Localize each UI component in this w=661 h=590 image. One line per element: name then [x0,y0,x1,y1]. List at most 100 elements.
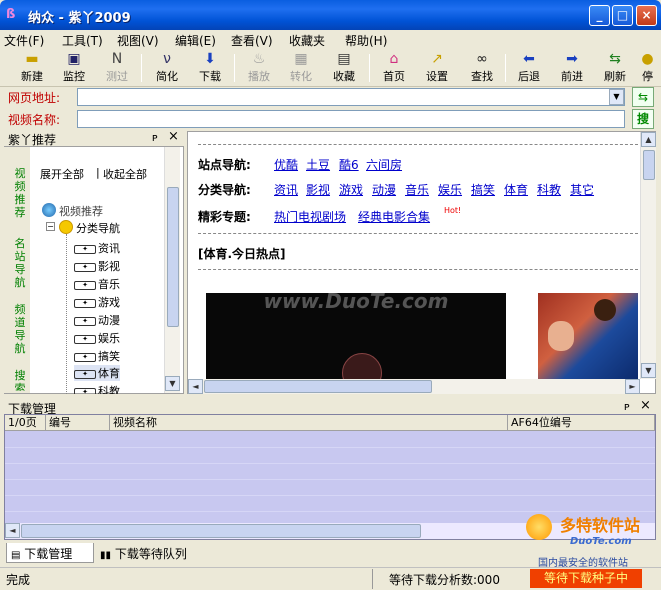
download-scroll-thumb[interactable] [21,524,421,538]
simplify-button[interactable]: ν 简化 [145,51,189,85]
stop-icon: ● [641,51,654,67]
favorite-button[interactable]: ▤ 收藏 [322,51,366,85]
refresh-button[interactable]: ⇆ 刷新 [593,51,637,85]
col-number[interactable]: 编号 [46,415,110,431]
link-cat-film[interactable]: 影视 [306,181,330,198]
vtab-channel-nav[interactable]: 频道导航 [13,303,27,355]
menu-help[interactable]: 帮助(H) [345,32,387,49]
sidebar-scroll-thumb[interactable] [167,187,179,327]
monitor-button[interactable]: ▣ 监控 [52,51,96,85]
address-input[interactable] [77,88,625,106]
tree-item-sports[interactable]: ✦ 体育 [74,365,120,381]
link-youku[interactable]: 优酷 [274,156,298,173]
search-button[interactable]: 搜 [632,109,654,129]
col-af64[interactable]: AF64位编号 [508,415,655,431]
link-cat-games[interactable]: 游戏 [339,181,363,198]
convert-button[interactable]: ▦ 转化 [279,51,323,85]
video-thumbnail-side[interactable] [538,293,638,379]
collapse-toggle-icon[interactable]: − [46,222,55,231]
link-6room[interactable]: 六间房 [366,156,402,173]
tree-group[interactable]: 分类导航 [76,220,120,236]
menu-file[interactable]: 文件(F) [4,32,44,49]
expand-all-link[interactable]: 展开全部 [40,166,84,182]
tree-item-funny[interactable]: ✦ 搞笑 [74,348,120,364]
link-cat-funny[interactable]: 搞笑 [471,181,495,198]
back-button[interactable]: ⬅ 后退 [507,51,551,85]
stop-button[interactable]: ● 停 [634,51,661,85]
menu-favorites[interactable]: 收藏夹 [289,32,325,49]
tree-item-news[interactable]: ✦ 资讯 [74,240,120,256]
settings-button[interactable]: ↗ 设置 [415,51,459,85]
link-cat-other[interactable]: 其它 [570,181,594,198]
link-cat-science[interactable]: 科教 [537,181,561,198]
tree-item-ent[interactable]: ✦ 娱乐 [74,330,120,346]
play-button[interactable]: ♨ 播放 [237,51,281,85]
sidebar-scrollbar[interactable]: ▼ [164,147,180,393]
minimize-button[interactable]: _ [589,5,610,26]
pin-icon[interactable]: ᴘ [152,131,158,144]
collapse-all-link[interactable]: 收起全部 [103,166,147,182]
link-classic-movies[interactable]: 经典电影合集 [358,208,430,225]
go-button[interactable]: ⇆ [632,87,654,107]
tab-download-manager[interactable]: ▤ 下载管理 [6,543,94,563]
tree-root[interactable]: 视频推荐 [59,203,103,219]
link-tudou[interactable]: 土豆 [306,156,330,173]
sidebar-close-button[interactable]: × [168,129,179,144]
tree-item-film[interactable]: ✦ 影视 [74,258,120,274]
scroll-down-button[interactable]: ▼ [641,363,656,378]
find-button[interactable]: ∞ 查找 [460,51,504,85]
videoname-input[interactable] [77,110,625,128]
link-cat-sports[interactable]: 体育 [504,181,528,198]
forward-arrow-icon: ➡ [566,51,578,67]
tree-item-games[interactable]: ✦ 游戏 [74,294,120,310]
menu-look[interactable]: 查看(V) [231,32,273,49]
download-button[interactable]: ⬇ 下载 [188,51,232,85]
menu-edit[interactable]: 编辑(E) [175,32,216,49]
menu-tools[interactable]: 工具(T) [62,32,103,49]
address-dropdown-button[interactable]: ▼ [609,89,624,105]
home-button[interactable]: ⌂ 首页 [372,51,416,85]
folder-new-icon: ▬ [25,51,39,67]
divider [198,144,638,145]
scroll-down-button[interactable]: ▼ [165,376,180,391]
link-cat-music[interactable]: 音乐 [405,181,429,198]
menu-view[interactable]: 视图(V) [117,32,159,49]
menu-bar: 文件(F) 工具(T) 视图(V) 编辑(E) 查看(V) 收藏夹 帮助(H) [0,30,661,48]
tree-item-anime[interactable]: ✦ 动漫 [74,312,120,328]
download-close-button[interactable]: × [640,398,651,413]
vtab-video-recommend[interactable]: 视频推荐 [13,167,27,219]
maximize-button[interactable]: □ [612,5,633,26]
video-thumbnail-main[interactable]: www.DuoTe.com [206,293,506,379]
new-button[interactable]: ▬ 新建 [10,51,54,85]
sidebar-vertical-tabs: 视频推荐 名站导航 频道导航 搜索 [4,147,30,393]
scroll-left-button[interactable]: ◄ [188,379,203,394]
col-page[interactable]: 1/0页 [5,415,46,431]
content-scroll-thumb[interactable] [643,150,655,180]
content-hscrollbar[interactable]: ◄ ► [188,379,640,394]
close-button[interactable]: × [636,5,657,26]
link-cat-anime[interactable]: 动漫 [372,181,396,198]
tree-item-science[interactable]: ✦ 科教 [74,383,120,394]
col-video-name[interactable]: 视频名称 [110,415,508,431]
chevron-down-icon: ▼ [613,92,620,101]
forward-button[interactable]: ➡ 前进 [550,51,594,85]
download-rows[interactable] [5,432,655,522]
link-cat-ent[interactable]: 娱乐 [438,181,462,198]
content-hscroll-thumb[interactable] [204,380,432,393]
link-ku6[interactable]: 酷6 [339,156,359,173]
link-hot-tv[interactable]: 热门电视剧场 [274,208,346,225]
scroll-up-button[interactable]: ▲ [641,132,656,147]
pin-icon[interactable]: ᴘ [624,400,630,413]
vtab-search[interactable]: 搜索 [13,369,27,391]
tab-download-queue[interactable]: ▮▮ 下载等待队列 [96,543,206,563]
title-bar[interactable]: ß 纳众 - 紫丫2009 _ □ × [0,0,661,30]
scroll-right-button[interactable]: ► [625,379,640,394]
smiley-icon [59,220,73,234]
brand-name: 多特软件站 [560,516,641,535]
vtab-site-nav[interactable]: 名站导航 [13,237,27,289]
link-cat-news[interactable]: 资讯 [274,181,298,198]
scroll-left-button[interactable]: ◄ [5,523,20,538]
content-scrollbar[interactable]: ▲ ▼ [640,132,656,379]
test-button[interactable]: N 测过 [95,51,139,85]
tree-item-music[interactable]: ✦ 音乐 [74,276,120,292]
